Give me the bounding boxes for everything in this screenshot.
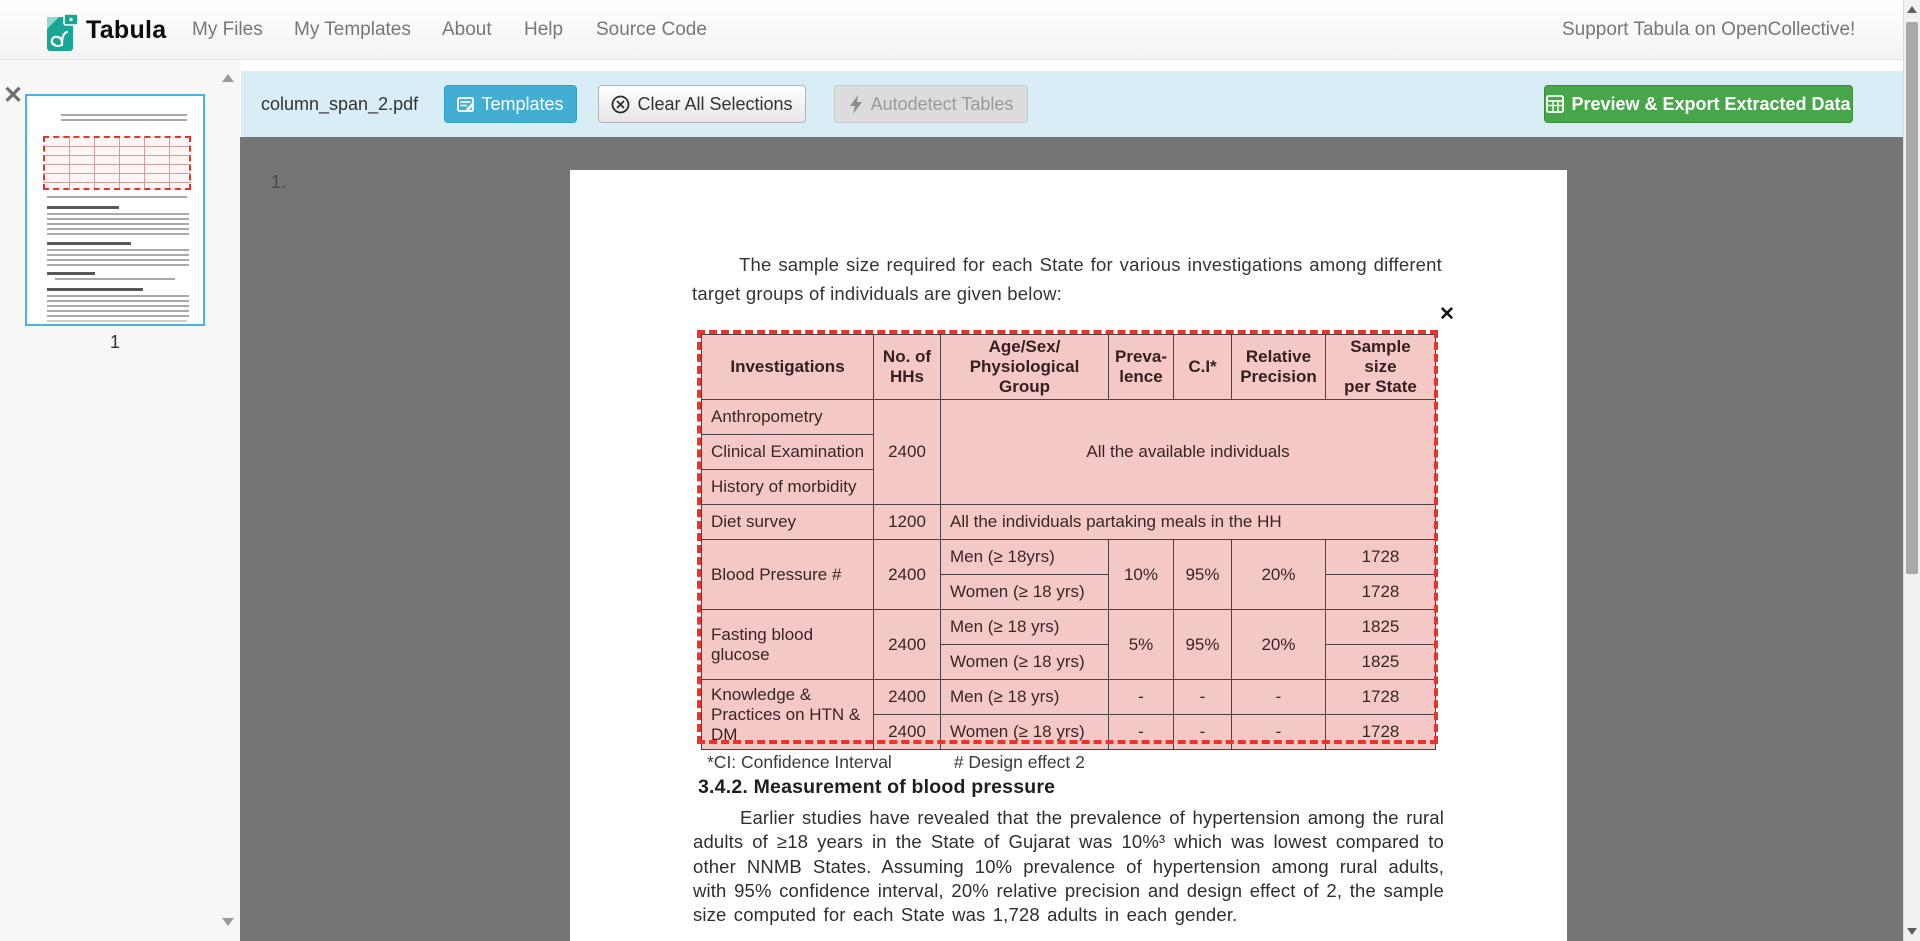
sidebar-scroll-up-icon[interactable] xyxy=(222,74,234,82)
nav-about[interactable]: About xyxy=(442,0,492,60)
nav-my-templates[interactable]: My Templates xyxy=(294,0,411,60)
nav-my-files[interactable]: My Files xyxy=(192,0,263,60)
body-paragraph: Earlier studies have revealed that the p… xyxy=(693,806,1444,927)
brand-title[interactable]: Tabula xyxy=(86,0,167,60)
delete-file-icon[interactable]: ✕ xyxy=(3,84,23,108)
sidebar-scroll-down-icon[interactable] xyxy=(222,918,234,926)
autodetect-tables-button[interactable]: Autodetect Tables xyxy=(834,85,1028,123)
remove-selection-icon[interactable]: ✕ xyxy=(1439,305,1455,324)
clear-all-selections-label: Clear All Selections xyxy=(637,94,792,115)
preview-export-label: Preview & Export Extracted Data xyxy=(1571,94,1850,115)
page-marker: 1. xyxy=(271,172,286,193)
templates-button[interactable]: Templates xyxy=(444,85,577,123)
current-filename: column_span_2.pdf xyxy=(261,71,418,137)
thumbnail-page-number: 1 xyxy=(25,332,205,353)
intro-paragraph: The sample size required for each State … xyxy=(692,250,1442,308)
page-thumbnail[interactable] xyxy=(25,94,205,326)
tabula-logo[interactable] xyxy=(46,9,80,53)
pdf-canvas[interactable]: 1. The sample size required for each Sta… xyxy=(240,137,1905,941)
template-sheet-icon xyxy=(457,96,474,113)
scrollbar-up-icon[interactable] xyxy=(1907,6,1917,13)
table-selection-box[interactable] xyxy=(697,330,1438,744)
preview-export-button[interactable]: Preview & Export Extracted Data xyxy=(1544,85,1853,123)
lightning-icon xyxy=(849,95,864,114)
nav-source-code[interactable]: Source Code xyxy=(596,0,707,60)
toolbar: column_span_2.pdf Templates Clear All Se… xyxy=(241,71,1905,137)
clear-all-selections-button[interactable]: Clear All Selections xyxy=(598,85,806,123)
scrollbar-down-icon[interactable] xyxy=(1907,928,1917,935)
circle-x-icon xyxy=(611,95,630,114)
footnote-design-effect: # Design effect 2 xyxy=(954,752,1085,772)
thumbnail-sidebar: ✕ 1 xyxy=(0,60,240,941)
spreadsheet-icon xyxy=(1546,95,1564,113)
scrollbar-thumb[interactable] xyxy=(1906,22,1918,574)
autodetect-tables-label: Autodetect Tables xyxy=(871,94,1014,115)
window-scrollbar[interactable] xyxy=(1903,0,1920,941)
thumbnail-selection-preview xyxy=(43,136,191,190)
support-link[interactable]: Support Tabula on OpenCollective! xyxy=(1562,0,1855,60)
section-heading: 3.4.2. Measurement of blood pressure xyxy=(698,776,1055,799)
templates-button-label: Templates xyxy=(481,94,563,115)
nav-help[interactable]: Help xyxy=(524,0,563,60)
table-footnotes: *CI: Confidence Interval # Design effect … xyxy=(707,752,1085,773)
footnote-ci: *CI: Confidence Interval xyxy=(707,752,892,772)
pdf-page[interactable]: The sample size required for each State … xyxy=(570,170,1567,941)
top-navbar: Tabula My Files My Templates About Help … xyxy=(0,0,1920,60)
